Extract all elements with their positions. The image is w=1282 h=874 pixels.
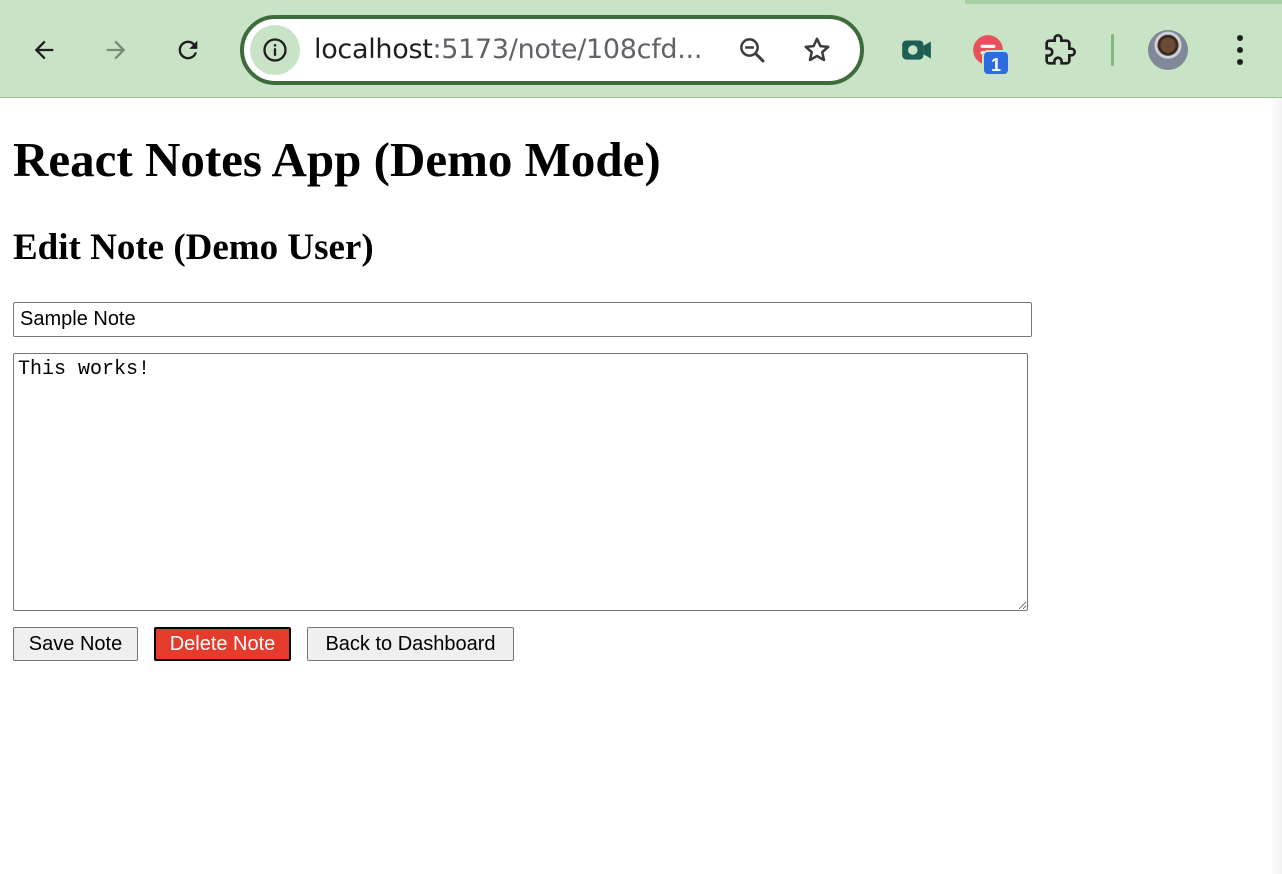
note-title-input[interactable] <box>13 302 1032 337</box>
url-text[interactable]: localhost:5173/note/108cfd... <box>314 33 702 67</box>
extension-badge-count: 1 <box>982 50 1010 76</box>
browser-toolbar: localhost:5173/note/108cfd... 1 <box>0 0 1282 98</box>
active-tab-edge <box>0 0 965 4</box>
site-info-button[interactable] <box>250 25 300 75</box>
back-to-dashboard-button[interactable]: Back to Dashboard <box>307 627 514 661</box>
window-edge <box>1270 98 1282 874</box>
profile-avatar[interactable] <box>1148 30 1188 70</box>
back-arrow-icon <box>34 40 54 60</box>
page-content: React Notes App (Demo Mode) Edit Note (D… <box>0 98 1282 874</box>
note-content-textarea[interactable]: This works! <box>13 353 1028 611</box>
extensions-button[interactable] <box>1038 28 1082 72</box>
reload-button[interactable] <box>166 28 210 72</box>
save-note-button[interactable]: Save Note <box>13 627 138 661</box>
url-host: localhost <box>314 34 433 65</box>
app-title: React Notes App (Demo Mode) <box>13 132 661 187</box>
menu-dot <box>1237 35 1243 41</box>
forward-arrow-icon <box>106 40 126 60</box>
delete-note-button[interactable]: Delete Note <box>154 627 291 661</box>
menu-dot <box>1237 47 1243 53</box>
edit-note-heading: Edit Note (Demo User) <box>13 227 374 268</box>
back-button[interactable] <box>22 28 66 72</box>
bookmark-star-icon <box>804 37 830 62</box>
tab-strip-edge <box>0 0 1282 4</box>
forward-button[interactable] <box>94 28 138 72</box>
extensions-puzzle-icon <box>1045 34 1076 65</box>
screen-recorder-extension[interactable] <box>894 28 938 72</box>
zoom-icon <box>740 38 765 63</box>
bookmark-button[interactable] <box>799 32 835 68</box>
menu-dot <box>1237 59 1243 65</box>
notification-extension[interactable]: 1 <box>966 28 1010 76</box>
reload-icon <box>178 40 198 60</box>
address-bar[interactable]: localhost:5173/note/108cfd... <box>240 15 864 85</box>
toolbar-divider <box>1111 34 1114 66</box>
menu-dots-icon[interactable] <box>1222 28 1258 72</box>
zoom-button[interactable] <box>734 32 770 68</box>
site-info-icon <box>263 38 287 62</box>
screen-recorder-icon <box>902 40 931 60</box>
url-path: :5173/note/108cfd... <box>432 34 703 65</box>
